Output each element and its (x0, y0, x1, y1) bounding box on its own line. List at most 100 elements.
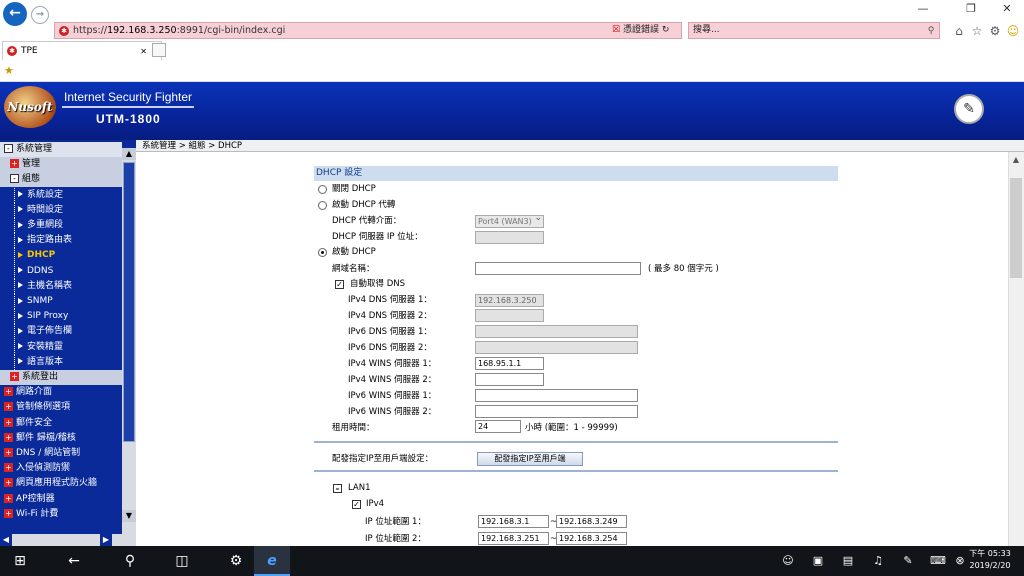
forward-button[interactable]: → (31, 6, 49, 24)
sidebar-hscrollbar[interactable]: ◀ ▶ (0, 534, 122, 546)
range2-start-input[interactable]: 192.168.3.251 (478, 532, 549, 545)
sidebar-item[interactable]: 多重網段 (0, 218, 122, 233)
sidebar-item[interactable]: 語言版本 (0, 354, 122, 370)
ipv4-dns2-input[interactable] (475, 309, 544, 322)
favorites-star-icon[interactable]: ☆ (968, 22, 986, 40)
home-icon[interactable]: ⌂ (950, 22, 968, 40)
radio-disable-dhcp[interactable] (318, 185, 327, 194)
minimize-button[interactable]: — (908, 0, 938, 18)
relay-server-input[interactable] (475, 231, 544, 244)
sidebar-group[interactable]: + 管理 (0, 157, 122, 173)
smiley-icon[interactable]: ☺ (1004, 22, 1022, 40)
sidebar-item[interactable]: DHCP (0, 248, 122, 264)
range1-end-input[interactable]: 192.168.3.249 (556, 515, 627, 528)
sidebar-section[interactable]: + 郵件 歸檔/稽核 (0, 431, 122, 446)
settings-gear-icon[interactable]: ⚙ (222, 546, 250, 576)
close-window-button[interactable]: ✕ (992, 0, 1022, 18)
sidebar-group[interactable]: + 系統登出 (0, 370, 122, 385)
new-tab-button[interactable] (152, 43, 166, 57)
sidebar-item[interactable]: 系統設定 (0, 187, 122, 203)
relay-iface-select[interactable]: Port4 (WAN3) (475, 213, 544, 228)
ipv4-wins1-input[interactable]: 168.95.1.1 (475, 357, 544, 370)
sidebar-section[interactable]: + 網路介面 (0, 385, 122, 400)
radio-enable-relay[interactable] (318, 201, 327, 210)
tab-tpe[interactable]: ✱ TPE ✕ (2, 41, 162, 60)
ipv6-dns1-input[interactable] (475, 325, 638, 338)
sidebar-item[interactable]: 指定路由表 (0, 233, 122, 249)
scroll-left-icon[interactable]: ◀ (0, 534, 12, 546)
lease-input[interactable]: 24 (475, 420, 521, 433)
minus-icon: - (4, 144, 13, 153)
opt-disable-label: 關閉 DHCP (332, 184, 376, 194)
sidebar-item[interactable]: 安裝精靈 (0, 339, 122, 355)
search-icon[interactable]: ⚲ (116, 546, 144, 576)
people-icon[interactable]: ☺ (780, 554, 796, 567)
volume-icon[interactable]: ♫ (870, 554, 886, 567)
task-back-icon[interactable]: ← (60, 546, 88, 576)
task-view-icon[interactable]: ◫ (168, 546, 196, 576)
scroll-down-icon[interactable]: ▼ (122, 510, 136, 522)
gear-icon[interactable]: ⚙ (986, 22, 1004, 40)
ipv4-dns1-input[interactable]: 192.168.3.250 (475, 294, 544, 307)
sidebar-item-label: 主機名稱表 (27, 280, 73, 291)
sidebar-section[interactable]: + Wi-Fi 計費 (0, 507, 122, 522)
battery-icon[interactable]: ▣ (810, 554, 826, 567)
network-icon[interactable]: ▤ (840, 554, 856, 567)
restore-button[interactable]: ❐ (956, 0, 986, 18)
range2-end-input[interactable]: 192.168.3.254 (556, 532, 627, 545)
certificate-error[interactable]: ☒ 憑證錯誤 ↻ (612, 22, 669, 39)
relay-iface-label: DHCP 代轉介面： (332, 216, 402, 226)
plus-icon: + (10, 372, 19, 381)
sidebar-section[interactable]: + 入侵偵測防禦 (0, 461, 122, 476)
radio-enable-dhcp[interactable] (318, 248, 327, 257)
sidebar-section[interactable]: + AP控制器 (0, 492, 122, 507)
close-tab-icon[interactable]: ✕ (140, 47, 147, 56)
scroll-right-icon[interactable]: ▶ (100, 534, 112, 546)
ipv4-checkbox[interactable]: ✓ (352, 500, 361, 509)
range1-start-input[interactable]: 192.168.3.1 (478, 515, 549, 528)
sidebar-item-label: 郵件安全 (16, 417, 53, 428)
tree-line (14, 278, 15, 294)
sidebar-group[interactable]: - 組態 (0, 172, 122, 188)
lan1-collapse-icon[interactable]: – (333, 484, 342, 493)
ipv6-wins2-input[interactable] (475, 405, 638, 418)
sidebar-item[interactable]: 時間設定 (0, 202, 122, 218)
sidebar-section[interactable]: + DNS / 網站管制 (0, 446, 122, 461)
sidebar-item[interactable]: SIP Proxy (0, 309, 122, 325)
sidebar-item-label: 多重網段 (27, 220, 64, 230)
main-scroll-thumb[interactable] (1010, 178, 1022, 278)
back-button[interactable]: ← (3, 2, 27, 26)
windows-start-icon[interactable]: ⊞ (6, 546, 34, 576)
scroll-up-icon[interactable]: ▲ (122, 148, 136, 160)
scroll-up-icon[interactable]: ▲ (1010, 154, 1022, 166)
ipv4-wins1-label: IPv4 WINS 伺服器 1： (348, 359, 437, 369)
sidebar-section[interactable]: + 網頁應用程式防火牆 (0, 476, 122, 491)
ipv4-wins2-input[interactable] (475, 373, 544, 386)
address-bar[interactable]: ✱ https://192.168.3.250:8991/cgi-bin/ind… (54, 22, 682, 39)
ipv6-wins1-input[interactable] (475, 389, 638, 402)
sidebar-scroll-thumb[interactable] (123, 162, 135, 442)
auto-dns-checkbox[interactable]: ✓ (335, 280, 344, 289)
sidebar-item[interactable]: DDNS (0, 263, 122, 279)
sidebar-section[interactable]: - 系統管理 (0, 142, 122, 157)
ipv6-dns2-input[interactable] (475, 341, 638, 354)
clipboard-icon[interactable]: ✎ (954, 94, 984, 124)
search-icon[interactable]: ⚲ (922, 22, 940, 40)
domain-input[interactable] (475, 262, 641, 275)
tree-line (14, 294, 15, 309)
pen-icon[interactable]: ✎ (900, 554, 916, 567)
search-input[interactable]: 搜尋... (688, 22, 940, 39)
sidebar-section[interactable]: + 管制條例選項 (0, 400, 122, 415)
sidebar-section[interactable]: + 郵件安全 (0, 416, 122, 431)
sidebar-item-label: DNS / 網站管制 (16, 448, 81, 458)
add-favorite-icon[interactable]: ★ (4, 64, 14, 77)
sidebar-item[interactable]: 電子佈告欄 (0, 324, 122, 340)
assign-ip-button[interactable]: 配發指定IP至用戶端 (477, 452, 583, 466)
tree-line (14, 263, 15, 279)
clock[interactable]: 下午 05:33 2019/2/20 (966, 548, 1014, 572)
sidebar-item[interactable]: SNMP (0, 294, 122, 309)
sidebar-item-label: 語言版本 (27, 356, 64, 367)
keyboard-icon[interactable]: ⌨ (930, 554, 946, 567)
ie-browser-icon[interactable]: e (254, 546, 290, 576)
sidebar-item[interactable]: 主機名稱表 (0, 278, 122, 294)
